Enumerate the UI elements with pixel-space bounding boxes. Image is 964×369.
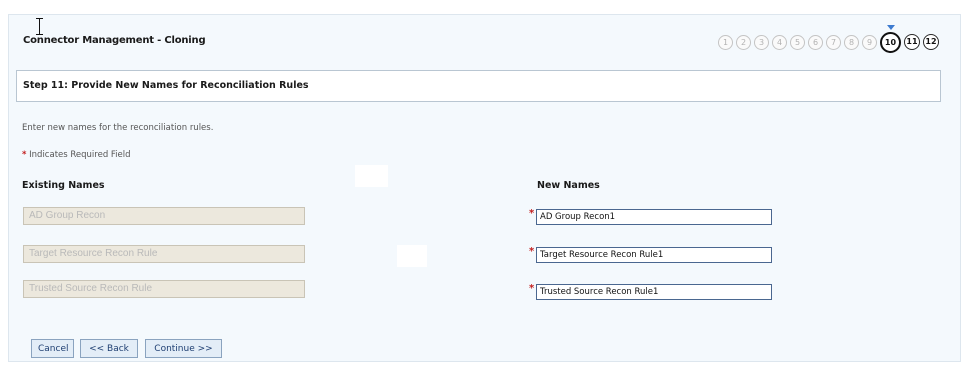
step-7[interactable]: 7: [826, 34, 841, 50]
continue-button[interactable]: Continue >>: [145, 339, 222, 358]
existing-names-header: Existing Names: [22, 180, 105, 191]
step-train: 1 2 3 4 5 6 7 8 9 10 11 12: [718, 24, 942, 53]
step-1[interactable]: 1: [718, 34, 733, 50]
step-12[interactable]: 12: [923, 34, 939, 50]
page-title: Connector Management - Cloning: [23, 35, 206, 46]
required-note-text: Indicates Required Field: [29, 150, 131, 160]
text-cursor-icon: [36, 18, 44, 35]
new-name-input-3[interactable]: [536, 284, 772, 300]
step-3[interactable]: 3: [754, 34, 769, 50]
step-2[interactable]: 2: [736, 34, 751, 50]
blank-artifact: [355, 165, 388, 187]
instructions-text: Enter new names for the reconciliation r…: [22, 123, 214, 133]
required-asterisk-3: *: [529, 283, 535, 294]
step-10-label: 10: [884, 37, 897, 47]
existing-name-field-3: Trusted Source Recon Rule: [23, 280, 305, 298]
required-asterisk-1: *: [529, 208, 535, 219]
step-5[interactable]: 5: [790, 34, 805, 50]
existing-name-field-2: Target Resource Recon Rule: [23, 245, 305, 263]
existing-name-field-1: AD Group Recon: [23, 207, 305, 225]
step-4[interactable]: 4: [772, 34, 787, 50]
new-names-header: New Names: [537, 180, 600, 191]
cancel-button[interactable]: Cancel: [31, 339, 74, 358]
required-field-note: * Indicates Required Field: [22, 150, 131, 160]
new-name-input-1[interactable]: [536, 209, 772, 225]
current-step-caret-icon: [886, 24, 895, 30]
step-11[interactable]: 11: [904, 34, 920, 50]
back-button[interactable]: << Back: [80, 339, 138, 358]
step-10-current[interactable]: 10: [880, 24, 901, 53]
new-name-input-2[interactable]: [536, 247, 772, 263]
required-asterisk-2: *: [529, 246, 535, 257]
step-6[interactable]: 6: [808, 34, 823, 50]
step-9[interactable]: 9: [862, 34, 877, 50]
required-asterisk: *: [22, 150, 27, 160]
step-heading: Step 11: Provide New Names for Reconcili…: [16, 70, 941, 102]
page-panel: [8, 14, 961, 362]
blank-artifact: [397, 245, 427, 267]
step-8[interactable]: 8: [844, 34, 859, 50]
